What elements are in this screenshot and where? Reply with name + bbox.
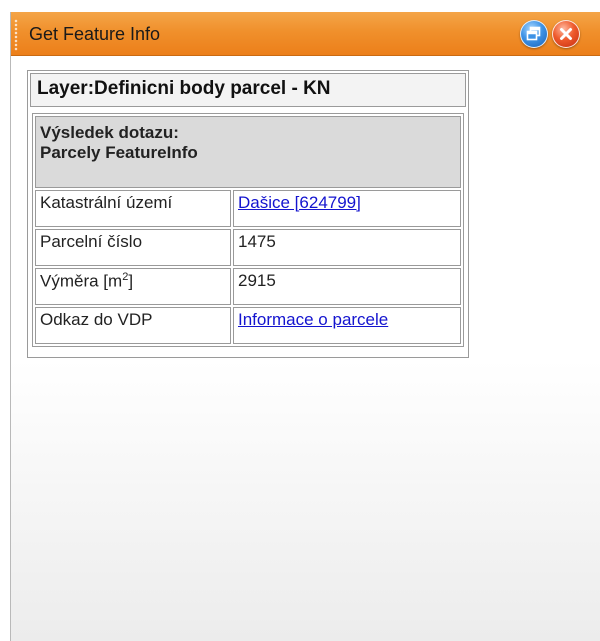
query-result-subtitle: Parcely FeatureInfo xyxy=(40,143,198,162)
row-value-cadastral-area: Dašice [624799] xyxy=(233,190,461,227)
drag-grip-icon[interactable] xyxy=(14,19,18,51)
restore-window-icon xyxy=(526,26,541,41)
query-result-header: Výsledek dotazu: Parcely FeatureInfo xyxy=(35,116,461,188)
table-header-row: Výsledek dotazu: Parcely FeatureInfo xyxy=(35,116,461,188)
table-row: Výměra [m2] 2915 xyxy=(35,268,461,305)
feature-info-table: Výsledek dotazu: Parcely FeatureInfo Kat… xyxy=(32,113,464,347)
restore-button[interactable] xyxy=(520,20,548,48)
feature-info-window: Get Feature Info Layer:Definicni body pa… xyxy=(10,12,600,641)
row-key-area: Výměra [m2] xyxy=(35,268,231,305)
window-content: Layer:Definicni body parcel - KN Výslede… xyxy=(11,56,600,641)
row-value-parcel-number: 1475 xyxy=(233,229,461,266)
row-key-cadastral-area: Katastrální území xyxy=(35,190,231,227)
query-result-title: Výsledek dotazu: xyxy=(40,123,179,142)
area-label-end: ] xyxy=(128,271,134,291)
row-key-vdp-link: Odkaz do VDP xyxy=(35,307,231,344)
table-row: Odkaz do VDP Informace o parcele xyxy=(35,307,461,344)
close-icon xyxy=(560,28,572,40)
table-row: Katastrální území Dašice [624799] xyxy=(35,190,461,227)
area-label: Výměra [m xyxy=(40,271,123,291)
row-value-area: 2915 xyxy=(233,268,461,305)
cadastral-area-link[interactable]: Dašice [624799] xyxy=(238,193,361,212)
row-key-parcel-number: Parcelní číslo xyxy=(35,229,231,266)
parcel-info-link[interactable]: Informace o parcele xyxy=(238,310,388,329)
row-value-vdp-link: Informace o parcele xyxy=(233,307,461,344)
layer-panel: Layer:Definicni body parcel - KN Výslede… xyxy=(27,70,469,358)
layer-heading: Layer:Definicni body parcel - KN xyxy=(30,73,466,107)
window-titlebar[interactable]: Get Feature Info xyxy=(11,12,600,56)
close-button[interactable] xyxy=(552,20,580,48)
table-row: Parcelní číslo 1475 xyxy=(35,229,461,266)
window-title: Get Feature Info xyxy=(29,24,161,44)
